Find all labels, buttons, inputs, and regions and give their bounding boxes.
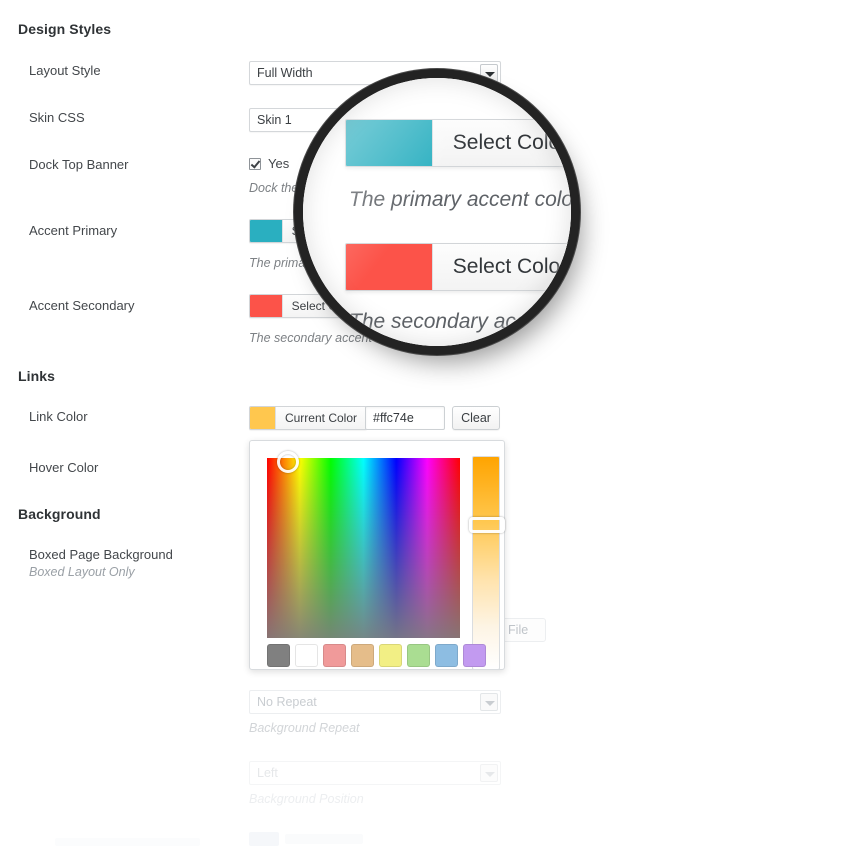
magnified-accent-secondary-label: Select Color	[432, 244, 571, 290]
preset-swatch-purple[interactable]	[463, 644, 486, 667]
preset-swatch-list	[267, 644, 486, 667]
select-background-position-value: Left	[257, 766, 278, 780]
sublabel-boxed-layout-only: Boxed Layout Only	[29, 565, 135, 579]
settings-page: Design Styles Layout Style Full Width Sk…	[0, 0, 852, 852]
label-layout-style: Layout Style	[29, 63, 101, 78]
description-background-position: Background Position	[249, 792, 364, 806]
magnifier-lens: Select Color The primary accent color Se…	[303, 78, 571, 346]
chevron-down-icon[interactable]	[480, 764, 498, 782]
preset-swatch-green[interactable]	[407, 644, 430, 667]
select-background-position[interactable]: Left	[249, 761, 501, 785]
preset-swatch-yellow[interactable]	[379, 644, 402, 667]
preset-swatch-gray[interactable]	[267, 644, 290, 667]
label-skin-css: Skin CSS	[29, 110, 85, 125]
description-dock-top-banner: Dock the	[249, 181, 298, 195]
hue-slider[interactable]	[472, 456, 500, 670]
section-title-design-styles: Design Styles	[18, 21, 111, 37]
bottom-artifact-swatch	[249, 832, 279, 846]
saturation-cursor[interactable]	[277, 451, 299, 473]
magnified-swatch-accent-secondary	[346, 244, 432, 290]
magnified-accent-secondary-button[interactable]: Select Color	[345, 243, 571, 291]
chevron-down-icon[interactable]	[480, 693, 498, 711]
checkbox-dock-top-banner-label: Yes	[268, 156, 289, 171]
color-picker-popup[interactable]	[249, 440, 505, 670]
saturation-brightness-square[interactable]	[267, 458, 460, 638]
button-link-color-clear[interactable]: Clear	[452, 406, 500, 430]
description-background-repeat: Background Repeat	[249, 721, 360, 735]
preset-swatch-blue[interactable]	[435, 644, 458, 667]
bottom-artifact-left	[55, 838, 200, 846]
magnified-description-accent-secondary: The secondary acc	[349, 310, 526, 334]
swatch-link-color	[250, 407, 275, 429]
magnified-swatch-accent-primary	[346, 120, 432, 166]
bottom-artifact-label	[285, 834, 363, 844]
label-link-color: Link Color	[29, 409, 88, 424]
checkbox-dock-top-banner[interactable]: Yes	[249, 156, 289, 171]
input-link-color-hex[interactable]: #ffc74e	[365, 406, 445, 430]
magnified-description-accent-primary: The primary accent color	[349, 188, 571, 212]
hue-slider-handle[interactable]	[469, 517, 505, 533]
button-link-color-label: Current Color	[275, 407, 366, 429]
checkbox-icon[interactable]	[249, 158, 261, 170]
label-boxed-page-background: Boxed Page Background	[29, 547, 173, 562]
swatch-accent-secondary	[250, 295, 282, 317]
preset-swatch-white[interactable]	[295, 644, 318, 667]
select-background-repeat-value: No Repeat	[257, 695, 317, 709]
magnified-accent-primary-label: Select Color	[432, 120, 571, 166]
button-link-color-current-color[interactable]: Current Color	[249, 406, 367, 430]
select-skin-css-value: Skin 1	[257, 113, 292, 127]
label-dock-top-banner: Dock Top Banner	[29, 157, 129, 172]
label-accent-primary: Accent Primary	[29, 223, 117, 238]
swatch-accent-primary	[250, 220, 282, 242]
select-background-repeat[interactable]: No Repeat	[249, 690, 501, 714]
preset-swatch-pink[interactable]	[323, 644, 346, 667]
preset-swatch-tan[interactable]	[351, 644, 374, 667]
section-title-background: Background	[18, 506, 101, 522]
label-accent-secondary: Accent Secondary	[29, 298, 135, 313]
magnified-accent-primary-button[interactable]: Select Color	[345, 119, 571, 167]
label-hover-color: Hover Color	[29, 460, 98, 475]
section-title-links: Links	[18, 368, 55, 384]
